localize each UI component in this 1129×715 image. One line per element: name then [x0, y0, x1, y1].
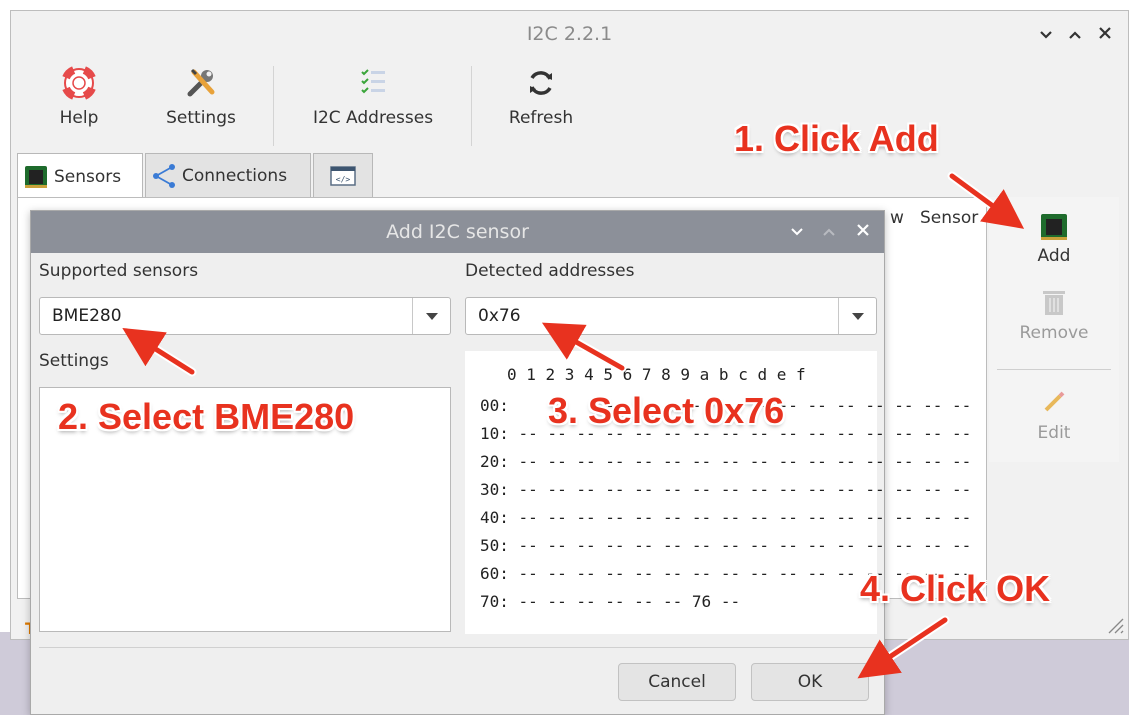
annotation-step-1: 1. Click Add [734, 118, 939, 159]
dropdown-arrow-icon[interactable] [412, 298, 450, 334]
annotation-step-2: 2. Select BME280 [58, 396, 355, 437]
dialog-title: Add I2C sensor [386, 221, 529, 243]
detected-addresses-value: 0x76 [478, 306, 521, 326]
help-label: Help [59, 108, 99, 128]
detected-addresses-select[interactable]: 0x76 [465, 297, 877, 335]
annotation-step-3: 3. Select 0x76 [548, 390, 785, 431]
grid-row: 40: -- -- -- -- -- -- -- -- -- -- -- -- … [480, 508, 972, 527]
settings-label: Settings [39, 351, 109, 371]
toolbar-separator [273, 66, 274, 146]
edit-button[interactable]: Edit [989, 389, 1119, 443]
chip-icon [1041, 214, 1067, 240]
svg-text:</>: </> [336, 175, 351, 184]
tab-connections[interactable]: Connections [145, 153, 311, 197]
refresh-label: Refresh [508, 108, 574, 128]
remove-button[interactable]: Remove [989, 289, 1119, 343]
grid-header: 0 1 2 3 4 5 6 7 8 9 a b c d e f [507, 365, 806, 384]
chevron-up-icon [1069, 31, 1081, 39]
grid-row: 50: -- -- -- -- -- -- -- -- -- -- -- -- … [480, 536, 972, 555]
edit-label: Edit [1037, 423, 1071, 443]
cancel-button[interactable]: Cancel [618, 663, 736, 701]
detected-addresses-label: Detected addresses [465, 261, 635, 281]
chevron-down-icon [1040, 31, 1052, 39]
resize-grip-icon[interactable] [1101, 611, 1125, 635]
chevron-up-icon [823, 228, 835, 236]
dialog-title-bar: Add I2C sensor [31, 211, 884, 253]
ok-button[interactable]: OK [751, 663, 869, 701]
tab-sensors[interactable]: Sensors [17, 153, 143, 199]
refresh-button[interactable]: Refresh [501, 66, 581, 146]
toolbar-separator [471, 66, 472, 146]
lifebuoy-icon [62, 66, 96, 100]
grid-row: 20: -- -- -- -- -- -- -- -- -- -- -- -- … [480, 452, 972, 471]
close-icon [1099, 27, 1111, 39]
maximize-button[interactable] [1065, 25, 1085, 45]
dialog-maximize-button[interactable] [820, 223, 838, 241]
dropdown-arrow-icon[interactable] [838, 298, 876, 334]
i2c-addresses-label: I2C Addresses [312, 108, 434, 128]
annotation-step-4: 4. Click OK [860, 568, 1051, 609]
share-icon [153, 163, 175, 188]
grid-row: 70: -- -- -- -- -- -- 76 -- [480, 592, 741, 611]
remove-label: Remove [1019, 323, 1089, 343]
supported-sensors-label: Supported sensors [39, 261, 199, 281]
dialog-separator [39, 647, 877, 648]
trash-icon [1043, 291, 1065, 315]
add-button[interactable]: Add [989, 212, 1119, 266]
grid-row: 30: -- -- -- -- -- -- -- -- -- -- -- -- … [480, 480, 972, 499]
column-header: w [890, 208, 904, 228]
chip-icon [25, 165, 47, 188]
tools-icon [187, 68, 215, 97]
tab-code[interactable]: </> [313, 153, 373, 197]
tab-label: Sensors [54, 166, 122, 187]
side-panel: Add Remove Edit [989, 197, 1119, 462]
checklist-icon [361, 69, 385, 94]
help-button[interactable]: Help [41, 66, 117, 146]
minimize-button[interactable] [1036, 25, 1056, 45]
close-button[interactable] [1095, 25, 1115, 45]
settings-button[interactable]: Settings [161, 66, 241, 146]
title-bar: I2C 2.2.1 [11, 11, 1128, 61]
settings-label: Settings [166, 108, 236, 128]
close-icon [857, 224, 869, 236]
supported-sensors-value: BME280 [52, 306, 122, 326]
add-label: Add [1037, 246, 1071, 266]
column-header-sensor: Sensor [920, 208, 979, 228]
pencil-icon [1044, 391, 1065, 412]
i2c-addresses-button[interactable]: I2C Addresses [303, 66, 443, 146]
add-sensor-dialog: Add I2C sensor Supported sensors BME280 … [30, 210, 971, 715]
window-title: I2C 2.2.1 [526, 23, 613, 45]
chevron-down-icon [791, 228, 803, 236]
refresh-icon [530, 71, 552, 95]
dialog-minimize-button[interactable] [788, 223, 806, 241]
tab-label: Connections [182, 165, 288, 186]
side-separator [997, 369, 1111, 370]
supported-sensors-select[interactable]: BME280 [39, 297, 451, 335]
dialog-close-button[interactable] [854, 223, 872, 241]
code-icon: </> [330, 165, 356, 186]
